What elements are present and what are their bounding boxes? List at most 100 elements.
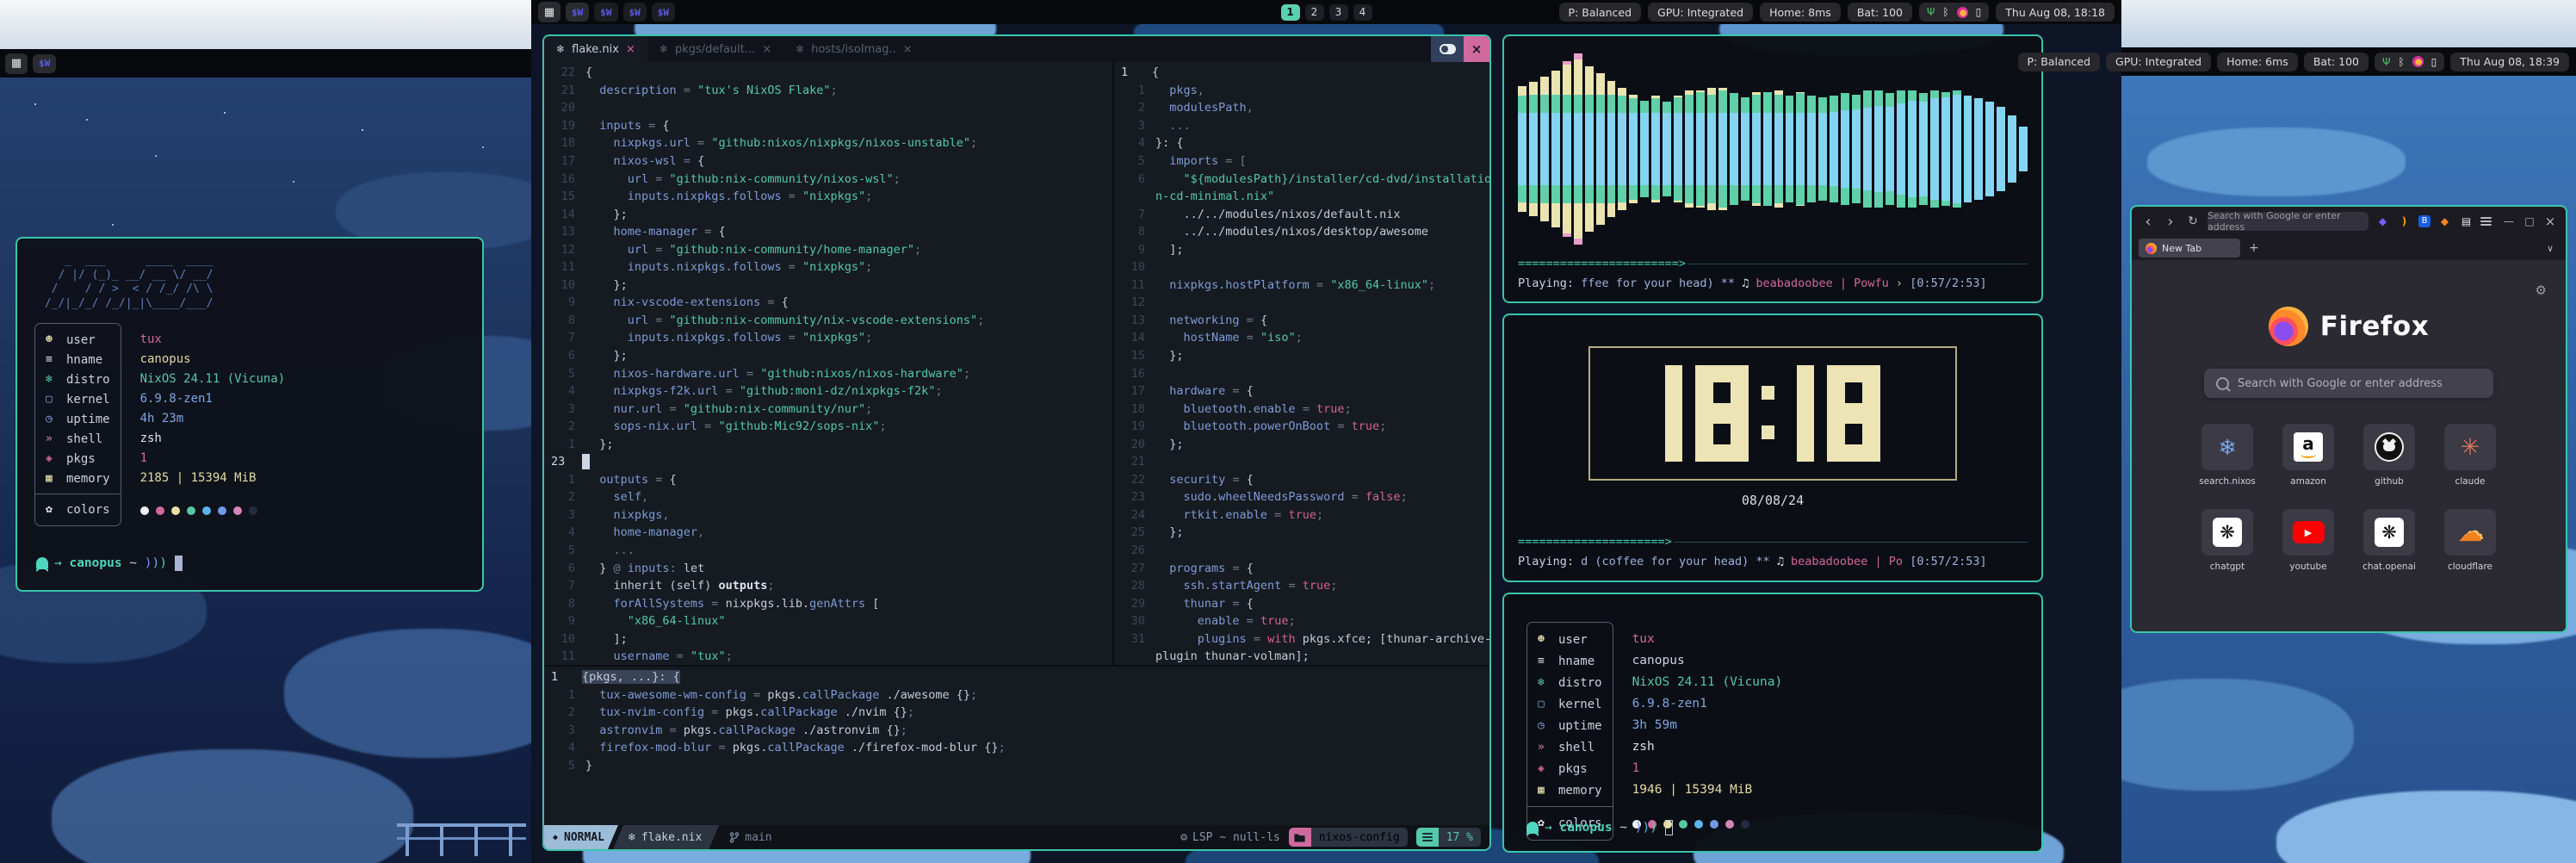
token: , — [697, 525, 704, 539]
device-icon[interactable]: ▯ — [1976, 7, 1982, 17]
window-button[interactable]: $W — [652, 3, 675, 22]
forward-button[interactable]: › — [2163, 213, 2178, 231]
shortcut-cloudflare[interactable]: ☁cloudflare — [2433, 509, 2507, 572]
bitwarden-icon[interactable]: B — [2418, 215, 2430, 227]
tab-close-icon[interactable]: × — [903, 43, 913, 56]
clock-window[interactable]: 08/08/24 =====================> Playing:… — [1502, 314, 2043, 582]
personalize-gear-icon[interactable]: ⚙ — [2536, 282, 2547, 298]
color-dot — [233, 506, 242, 515]
token: inputs.nixpkgs.follows — [585, 331, 782, 345]
status-widget[interactable]: GPU: Integrated — [2106, 53, 2211, 71]
editor-tab-pkgs-default-[interactable]: ❄pkgs/default...× — [647, 36, 783, 62]
status-widget[interactable]: Home: 8ms — [1760, 3, 1841, 22]
window-button[interactable]: $W — [566, 3, 589, 22]
openai-icon: ❋ — [2375, 518, 2404, 547]
shortcut-amazon[interactable]: aamazon — [2271, 424, 2345, 487]
layout-icon[interactable]: ▦ — [538, 2, 560, 22]
shortcut-tile[interactable]: ❋ — [2363, 509, 2415, 556]
tab-close-icon[interactable]: × — [626, 43, 635, 56]
shortcut-tile[interactable]: ❄ — [2201, 424, 2253, 470]
token: inputs.nixpkgs.follows — [585, 189, 782, 203]
shortcut-github[interactable]: github — [2352, 424, 2426, 487]
neovim-window[interactable]: ❄flake.nix×❄pkgs/default...×❄hosts/isoIm… — [542, 34, 1491, 851]
status-widget[interactable]: Bat: 100 — [2304, 53, 2369, 71]
shortcut-claude[interactable]: ✳claude — [2433, 424, 2507, 487]
clock-colon — [1762, 365, 1775, 462]
status-widget[interactable]: GPU: Integrated — [1648, 3, 1753, 22]
shortcut-tile[interactable]: ▶ — [2282, 509, 2334, 556]
search-bar[interactable]: Search with Google or enter address — [2204, 369, 2493, 398]
metamask-icon[interactable]: ◆ — [2437, 215, 2452, 227]
menu-icon[interactable] — [2480, 217, 2495, 227]
editor-tab-hosts-isoImag-[interactable]: ❄hosts/isoImag..× — [783, 36, 925, 62]
shortcut-search-nixos[interactable]: ❄search.nixos — [2190, 424, 2264, 487]
network-icon[interactable]: Ψ — [2382, 57, 2390, 67]
editor-pane-iso-image[interactable]: 1{1 pkgs,2 modulesPath,3 ...4}: {5 impor… — [1112, 62, 1489, 665]
firefox-window[interactable]: ‹ › ↻ Search with Google or enter addres… — [2130, 205, 2567, 633]
workspace-tag-4[interactable]: 4 — [1353, 4, 1372, 21]
shortcut-tile[interactable]: ☁ — [2444, 509, 2496, 556]
workspace-tag-3[interactable]: 3 — [1329, 4, 1348, 21]
extension-diamond-icon[interactable]: ◆ — [2375, 215, 2390, 227]
shell-prompt[interactable]: → canopus ~ ))) — [36, 556, 183, 571]
fetch-window[interactable]: ☻user≡hname❄distro▢kernel◷uptime»shell◈p… — [1502, 593, 2043, 853]
new-tab-button[interactable]: + — [2249, 241, 2259, 255]
back-button[interactable]: ‹ — [2140, 213, 2156, 231]
cava-bar — [1985, 102, 1994, 196]
token: } — [585, 759, 592, 773]
cloud — [52, 749, 413, 863]
maximize-button[interactable]: □ — [2523, 215, 2536, 227]
shortcut-tile[interactable]: ❋ — [2201, 509, 2253, 556]
clock-widget[interactable]: Thu Aug 08, 18:18 — [1996, 3, 2115, 22]
reload-button[interactable]: ↻ — [2185, 214, 2201, 228]
bluetooth-icon[interactable]: ᛒ — [1942, 7, 1948, 17]
token: ; — [831, 84, 838, 97]
system-tray[interactable]: Ψ ᛒ ▯ — [2375, 53, 2444, 71]
clock-widget[interactable]: Thu Aug 08, 18:39 — [2450, 53, 2569, 71]
buffer-toggle-button[interactable] — [1431, 36, 1464, 62]
tab-list-chevron-icon[interactable]: ∨ — [2547, 243, 2559, 254]
system-tray[interactable]: Ψ ᛒ ▯ — [1919, 3, 1989, 22]
shortcut-youtube[interactable]: ▶youtube — [2271, 509, 2345, 572]
code-line: 2 modulesPath, — [1114, 99, 1489, 117]
extension-page-icon[interactable]: ▤ — [2459, 215, 2474, 227]
window-button[interactable]: $W — [623, 3, 647, 22]
window-button[interactable]: $W — [594, 3, 617, 22]
shortcut-label: chatgpt — [2210, 562, 2245, 572]
shortcut-tile[interactable]: a — [2282, 424, 2334, 470]
window-button[interactable]: $W — [33, 54, 56, 73]
shortcut-chatgpt[interactable]: ❋ chatgpt — [2190, 509, 2264, 572]
status-widget[interactable]: Home: 6ms — [2217, 53, 2298, 71]
shell-prompt[interactable]: → canopus ~ ))) — [1526, 820, 1673, 835]
extension-orange-icon[interactable]: ) — [2397, 215, 2412, 227]
bluetooth-icon[interactable]: ᛒ — [2398, 57, 2404, 67]
cava-visualizer-window[interactable]: =======================> Playing: ffee f… — [1502, 34, 2043, 303]
editor-pane-pkgs-default[interactable]: 1{pkgs, ...}: {1 tux-awesome-wm-config =… — [544, 665, 1489, 825]
tab-close-icon[interactable]: × — [762, 43, 771, 56]
theme-icon[interactable] — [1957, 7, 1968, 18]
status-widget[interactable]: Bat: 100 — [1848, 3, 1912, 22]
stars — [34, 103, 36, 105]
editor-pane-flake-nix[interactable]: 22{21 description = "tux's NixOS Flake";… — [544, 62, 1112, 665]
close-button[interactable]: × — [2543, 214, 2557, 229]
workspace-tag-1[interactable]: 1 — [1281, 4, 1300, 21]
network-icon[interactable]: Ψ — [1927, 7, 1935, 17]
user-icon: ☻ — [1538, 633, 1558, 646]
device-icon[interactable]: ▯ — [2431, 57, 2437, 67]
token: inherit (self) — [585, 579, 718, 593]
shortcut-chat-openai[interactable]: ❋chat.openai — [2352, 509, 2426, 572]
layout-icon[interactable]: ▦ — [5, 53, 28, 74]
theme-icon[interactable] — [2412, 56, 2424, 67]
status-widget[interactable]: P: Balanced — [1559, 3, 1642, 22]
buffer-close-button[interactable]: × — [1464, 36, 1489, 62]
workspace-tag-2[interactable]: 2 — [1305, 4, 1324, 21]
tab-new-tab[interactable]: New Tab — [2139, 239, 2240, 258]
shortcut-tile[interactable] — [2363, 424, 2415, 470]
status-widget[interactable]: P: Balanced — [2018, 53, 2101, 71]
editor-tab-flake-nix[interactable]: ❄flake.nix× — [544, 36, 647, 62]
fetch-values: tuxcanopusNixOS 24.11 (Vicuna)6.9.8-zen1… — [140, 323, 286, 526]
terminal-window[interactable]: _ ___ ____ ____ / |/ (_)_ __/ __ \/ __/ … — [15, 237, 484, 592]
minimize-button[interactable]: — — [2502, 215, 2516, 227]
url-bar[interactable]: Search with Google or enter address — [2208, 212, 2369, 231]
shortcut-tile[interactable]: ✳ — [2444, 424, 2496, 470]
